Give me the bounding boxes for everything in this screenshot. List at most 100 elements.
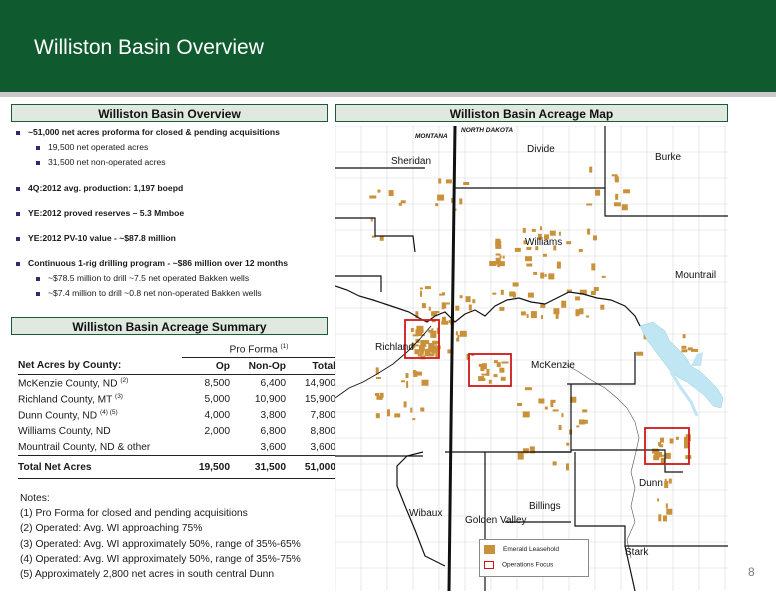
county-label-wibaux: Wibaux — [409, 508, 443, 519]
table-row: Williams County, ND 2,000 6,800 8,800 — [18, 425, 336, 437]
acreage-table: Pro Forma (1) Net Acres by County: Op No… — [18, 341, 336, 479]
bullet-icon — [36, 160, 40, 165]
leasehold-tract — [486, 368, 490, 376]
leasehold-tract — [550, 400, 554, 408]
bullet-icon — [36, 145, 40, 150]
legend-operations-focus: Operations Focus — [484, 561, 553, 569]
leasehold-tract — [524, 387, 532, 391]
leasehold-tract — [421, 303, 426, 309]
table-row: Dunn County, ND (4) (5) 4,000 3,800 7,80… — [18, 408, 336, 422]
county-label-golden-valley: Golden Valley — [465, 515, 527, 526]
leasehold-tract — [394, 413, 401, 418]
leasehold-tract — [623, 189, 631, 194]
leasehold-tract — [499, 367, 505, 373]
county-label-billings: Billings — [529, 501, 561, 512]
county-label-richland: Richland — [375, 342, 414, 353]
leasehold-tract — [663, 515, 667, 522]
leasehold-tract — [531, 228, 536, 232]
acreage-map: MONTANA NORTH DAKOTA Sheridan Divide Bur… — [335, 126, 728, 591]
leasehold-tract — [463, 182, 470, 185]
leasehold-tract — [575, 296, 581, 301]
leasehold-tract — [410, 328, 414, 332]
state-label-montana: MONTANA — [415, 133, 448, 140]
leasehold-tract — [442, 316, 446, 323]
bullet-item: Continuous 1-rig drilling program - ~$86… — [16, 258, 288, 268]
leasehold-tract — [512, 282, 519, 287]
leasehold-tract — [377, 189, 381, 193]
leasehold-tract — [540, 272, 545, 279]
bullet-item: 19,500 net operated acres — [36, 142, 148, 152]
leasehold-tract — [525, 256, 532, 262]
leasehold-tract — [614, 174, 617, 181]
bullet-item: ~$78.5 million to drill ~7.5 net operate… — [36, 273, 249, 283]
leasehold-tract — [493, 360, 498, 364]
operations-focus-boxes — [404, 319, 690, 465]
leasehold-tract — [439, 293, 445, 296]
table-row: Pro Forma (1) — [18, 341, 336, 358]
leasehold-tract — [665, 503, 668, 509]
leasehold-tract — [481, 373, 487, 376]
leasehold-tract — [538, 398, 545, 404]
leasehold-tract — [664, 478, 667, 483]
leasehold-tract — [591, 263, 596, 271]
county-label-burke: Burke — [655, 152, 682, 163]
leasehold-tract — [691, 348, 698, 352]
leasehold-tract — [495, 238, 501, 243]
leasehold-tract — [589, 166, 593, 173]
leasehold-tract — [579, 308, 584, 315]
leasehold-tract — [388, 190, 394, 197]
leasehold-tract — [527, 292, 534, 298]
focus-swatch — [484, 561, 494, 569]
leasehold-tract — [406, 380, 409, 388]
leasehold-tract — [428, 306, 431, 311]
leasehold-tract — [375, 377, 381, 379]
leasehold-tract — [412, 418, 416, 421]
county-label-mckenzie: McKenzie — [531, 360, 575, 371]
leasehold-tract — [435, 203, 439, 207]
page-number: 8 — [748, 565, 755, 579]
leasehold-tract — [668, 478, 672, 484]
leasehold-tract — [590, 291, 596, 295]
leasehold-tract — [489, 261, 497, 266]
bullet-icon — [16, 130, 20, 135]
leasehold-tract — [431, 349, 435, 356]
leasehold-tract — [375, 393, 379, 396]
leasehold-tract — [421, 379, 429, 386]
leasehold-tract — [437, 194, 445, 201]
leasehold-tract — [514, 247, 521, 252]
leasehold-tract — [526, 263, 533, 267]
bullet-item: ~51,000 net acres proforma for closed & … — [16, 127, 280, 137]
bullet-item: 4Q:2012 avg. production: 1,197 boepd — [16, 183, 183, 193]
leasehold-tract — [520, 311, 526, 316]
leasehold-tract — [586, 203, 593, 206]
leasehold-tract — [492, 292, 497, 295]
bullet-item: YE:2012 proved reserves – 5.3 Mmboe — [16, 208, 184, 218]
leasehold-tract — [575, 309, 580, 317]
overview-heading: Williston Basin Overview — [11, 104, 328, 122]
leasehold-tract — [455, 305, 460, 311]
county-label-sheridan: Sheridan — [391, 156, 432, 167]
leasehold-tract — [558, 425, 562, 430]
leasehold-swatch — [484, 545, 495, 554]
leasehold-tract — [669, 438, 674, 444]
little-missouri-river — [564, 363, 640, 559]
leasehold-tract — [681, 349, 688, 353]
leasehold-tract — [660, 437, 664, 443]
yellowstone-river — [335, 325, 432, 399]
leasehold-tract — [480, 364, 485, 372]
leasehold-tract — [666, 508, 673, 515]
leasehold-tract — [502, 255, 505, 259]
leasehold-tract — [379, 395, 383, 400]
leasehold-tract — [675, 436, 679, 440]
leasehold-tract — [593, 287, 599, 291]
leasehold-tract — [488, 379, 492, 384]
bullet-icon — [36, 291, 40, 296]
leasehold-tract — [418, 345, 425, 352]
leasehold-tract — [478, 376, 485, 382]
leasehold-tract — [660, 457, 665, 464]
legend-leasehold: Emerald Leasehold — [484, 545, 559, 554]
leasehold-tract — [405, 373, 409, 379]
leasehold-tract — [595, 189, 601, 196]
leasehold-tract — [369, 195, 377, 199]
leasehold-tract — [445, 179, 452, 184]
